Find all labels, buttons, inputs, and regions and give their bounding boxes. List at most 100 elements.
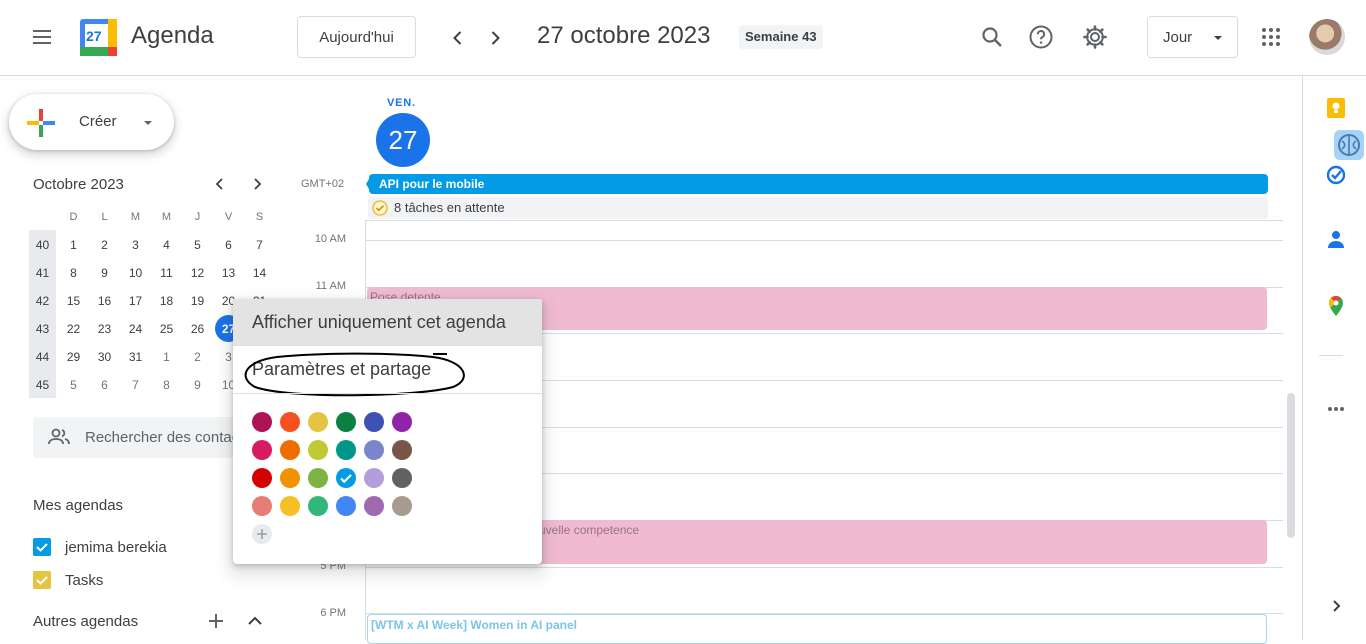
- tasks-icon[interactable]: [1316, 155, 1356, 195]
- color-swatch[interactable]: [392, 496, 412, 516]
- contacts-icon[interactable]: [1316, 219, 1356, 259]
- mini-calendar-day[interactable]: 6: [91, 371, 118, 398]
- week-number[interactable]: 44: [29, 343, 56, 370]
- mini-calendar-day[interactable]: 31: [122, 343, 149, 370]
- collapse-chevron-up-icon[interactable]: [235, 601, 275, 641]
- settings-gear-icon[interactable]: [1075, 17, 1115, 57]
- account-avatar[interactable]: [1309, 19, 1345, 55]
- color-swatch[interactable]: [364, 412, 384, 432]
- week-number[interactable]: 40: [29, 231, 56, 258]
- mini-calendar-day[interactable]: 1: [153, 343, 180, 370]
- mini-calendar-day[interactable]: 12: [184, 259, 211, 286]
- other-calendars-title[interactable]: Autres agendas: [33, 613, 138, 630]
- create-button[interactable]: Créer: [9, 94, 174, 150]
- mini-calendar-day[interactable]: 14: [246, 259, 273, 286]
- color-swatch[interactable]: [308, 468, 328, 488]
- my-calendars-title[interactable]: Mes agendas: [33, 497, 123, 514]
- mini-calendar-day[interactable]: 29: [60, 343, 87, 370]
- mini-calendar-day[interactable]: 22: [60, 315, 87, 342]
- mini-calendar-day[interactable]: 18: [153, 287, 180, 314]
- color-swatch[interactable]: [280, 468, 300, 488]
- calendar-item-tasks[interactable]: Tasks: [33, 568, 103, 592]
- search-icon[interactable]: [972, 17, 1012, 57]
- color-swatch[interactable]: [308, 496, 328, 516]
- mini-calendar-day[interactable]: 30: [91, 343, 118, 370]
- color-swatch[interactable]: [252, 468, 272, 488]
- day-number-today[interactable]: 27: [376, 113, 430, 167]
- mini-calendar-day[interactable]: 23: [91, 315, 118, 342]
- previous-day-icon[interactable]: [438, 18, 478, 58]
- color-swatch[interactable]: [280, 496, 300, 516]
- event-title: uvelle competence: [539, 523, 640, 537]
- color-swatch[interactable]: [252, 440, 272, 460]
- mini-calendar-day[interactable]: 7: [122, 371, 149, 398]
- color-swatch[interactable]: [336, 496, 356, 516]
- mini-calendar-day[interactable]: 6: [215, 231, 242, 258]
- mini-calendar-day[interactable]: 25: [153, 315, 180, 342]
- mini-calendar-day[interactable]: 7: [246, 231, 273, 258]
- maps-icon[interactable]: [1316, 286, 1356, 326]
- search-people-input[interactable]: Rechercher des contacts: [33, 417, 251, 458]
- more-options-icon[interactable]: [1316, 389, 1356, 429]
- mini-calendar-day[interactable]: 2: [91, 231, 118, 258]
- expand-panel-chevron-icon[interactable]: [1316, 586, 1356, 626]
- mini-calendar-day[interactable]: 24: [122, 315, 149, 342]
- mini-calendar-next-icon[interactable]: [239, 166, 275, 202]
- mini-calendar-day[interactable]: 15: [60, 287, 87, 314]
- checkbox-checked-icon[interactable]: [33, 571, 51, 589]
- color-swatch[interactable]: [392, 468, 412, 488]
- week-number[interactable]: 41: [29, 259, 56, 286]
- mini-calendar-day[interactable]: 26: [184, 315, 211, 342]
- all-day-event[interactable]: API pour le mobile: [369, 174, 1268, 194]
- mini-calendar-day[interactable]: 1: [60, 231, 87, 258]
- color-swatch[interactable]: [308, 440, 328, 460]
- next-day-icon[interactable]: [475, 18, 515, 58]
- pending-tasks-chip[interactable]: 8 tâches en attente: [368, 197, 1268, 219]
- mini-calendar-day[interactable]: 11: [153, 259, 180, 286]
- color-swatch[interactable]: [392, 440, 412, 460]
- mini-calendar-day[interactable]: 5: [60, 371, 87, 398]
- checkbox-checked-icon[interactable]: [33, 538, 51, 556]
- mini-calendar-day[interactable]: 3: [122, 231, 149, 258]
- vertical-scrollbar[interactable]: [1287, 393, 1295, 538]
- apps-grid-icon[interactable]: [1251, 17, 1291, 57]
- today-button[interactable]: Aujourd'hui: [297, 16, 416, 58]
- help-icon[interactable]: [1021, 17, 1061, 57]
- mini-calendar-day[interactable]: 10: [122, 259, 149, 286]
- color-swatch[interactable]: [280, 440, 300, 460]
- calendar-item-jemima-berekia[interactable]: jemima berekia: [33, 535, 167, 559]
- color-swatch[interactable]: [364, 440, 384, 460]
- calendar-logo-icon[interactable]: 27: [80, 19, 117, 56]
- week-number[interactable]: 42: [29, 287, 56, 314]
- add-custom-color-button[interactable]: [252, 524, 272, 544]
- keep-notes-icon[interactable]: [1316, 88, 1356, 128]
- mini-calendar-day[interactable]: 5: [184, 231, 211, 258]
- mini-calendar-day[interactable]: 17: [122, 287, 149, 314]
- mini-calendar-day[interactable]: 8: [153, 371, 180, 398]
- mini-calendar-day[interactable]: 9: [91, 259, 118, 286]
- color-swatch[interactable]: [308, 412, 328, 432]
- view-selector-dropdown[interactable]: Jour: [1147, 16, 1238, 58]
- color-swatch[interactable]: [336, 440, 356, 460]
- week-number[interactable]: 45: [29, 371, 56, 398]
- add-calendar-plus-icon[interactable]: [196, 601, 236, 641]
- color-swatch[interactable]: [252, 412, 272, 432]
- color-swatch[interactable]: [336, 468, 356, 488]
- mini-calendar-day[interactable]: 2: [184, 343, 211, 370]
- main-menu-icon[interactable]: [22, 17, 62, 57]
- mini-calendar-day[interactable]: 19: [184, 287, 211, 314]
- color-swatch[interactable]: [392, 412, 412, 432]
- mini-calendar-day[interactable]: 16: [91, 287, 118, 314]
- mini-calendar-day[interactable]: 8: [60, 259, 87, 286]
- color-swatch[interactable]: [280, 412, 300, 432]
- menu-item-display-only-this-calendar[interactable]: Afficher uniquement cet agenda: [233, 299, 542, 345]
- mini-calendar-prev-icon[interactable]: [202, 166, 238, 202]
- color-swatch[interactable]: [364, 468, 384, 488]
- mini-calendar-day[interactable]: 4: [153, 231, 180, 258]
- color-swatch[interactable]: [336, 412, 356, 432]
- week-number[interactable]: 43: [29, 315, 56, 342]
- mini-calendar-day[interactable]: 9: [184, 371, 211, 398]
- color-swatch[interactable]: [364, 496, 384, 516]
- mini-calendar-day[interactable]: 13: [215, 259, 242, 286]
- color-swatch[interactable]: [252, 496, 272, 516]
